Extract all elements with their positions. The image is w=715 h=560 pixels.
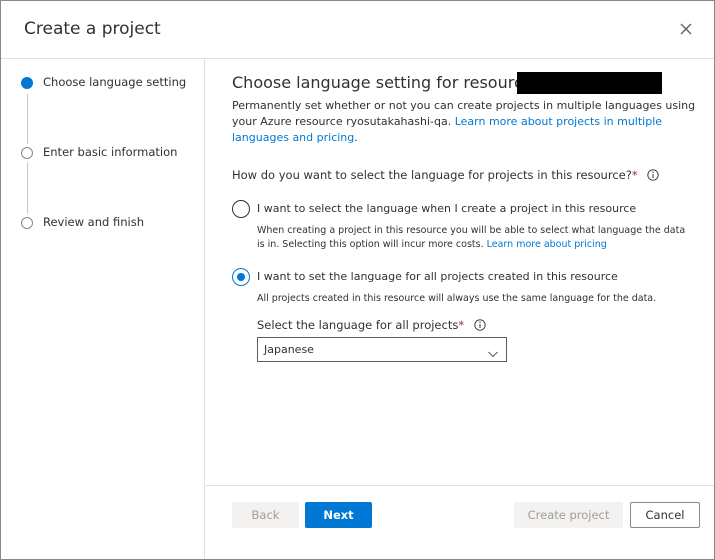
step-label: Choose language setting [43,75,187,89]
language-select-label: Select the language for all projects* [257,318,486,332]
description-suffix: . [354,131,358,144]
create-project-dialog: Create a project Choose language setting… [0,0,715,560]
redacted-resource-name [517,72,662,94]
main-content: Choose language setting for resource Per… [206,59,714,559]
option-description-text: When creating a project in this resource… [257,225,686,250]
step-inactive-dot-icon [21,147,33,159]
learn-more-pricing-link[interactable]: Learn more about pricing [487,239,607,250]
create-project-button[interactable]: Create project [514,502,623,528]
cancel-button[interactable]: Cancel [630,502,700,528]
radio-description-per-project: When creating a project in this resource… [257,224,687,252]
next-button[interactable]: Next [305,502,372,528]
select-label-text: Select the language for all projects [257,318,459,332]
section-title: Choose language setting for resource [232,73,533,92]
step-connector [27,94,28,144]
step-label: Review and finish [43,215,144,229]
step-inactive-dot-icon [21,217,33,229]
radio-label-all-projects[interactable]: I want to set the language for all proje… [257,270,618,283]
info-icon[interactable] [647,169,659,181]
language-dropdown[interactable]: Japanese [257,337,507,362]
radio-label-per-project[interactable]: I want to select the language when I cre… [257,202,636,215]
radio-description-all-projects: All projects created in this resource wi… [257,293,657,304]
dialog-header: Create a project [1,1,714,59]
dialog-title: Create a project [24,19,161,39]
info-icon[interactable] [474,319,486,331]
close-icon[interactable] [676,19,696,39]
step-label: Enter basic information [43,145,178,159]
required-mark: * [458,318,465,332]
step-active-dot-icon [21,77,33,89]
steps-sidebar: Choose language setting Enter basic info… [1,59,205,559]
dropdown-selected-value: Japanese [264,343,314,356]
back-button[interactable]: Back [232,502,299,528]
footer-divider [206,485,714,486]
language-question: How do you want to select the language f… [232,168,659,182]
chevron-down-icon [487,345,499,358]
section-description: Permanently set whether or not you can c… [232,98,702,146]
step-connector [27,162,28,214]
radio-select-per-project[interactable] [232,200,250,218]
question-text: How do you want to select the language f… [232,168,632,182]
radio-set-for-all-projects[interactable] [232,268,250,286]
required-mark: * [631,168,638,182]
